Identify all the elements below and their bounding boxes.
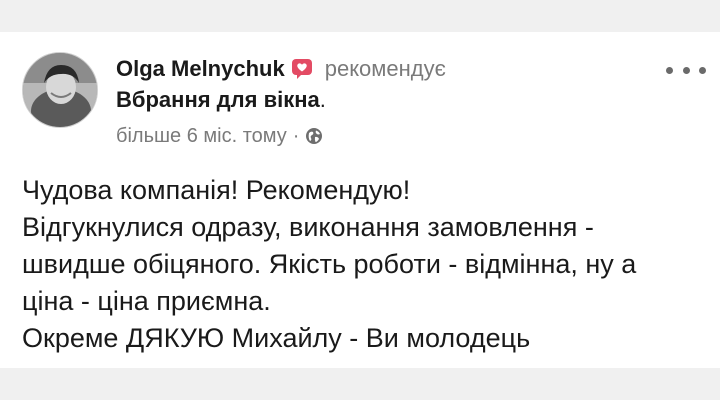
post-text-line: Окреме ДЯКУЮ Михайлу - Ви молодець (22, 323, 531, 353)
recommendation-action-text: рекомендує (324, 56, 446, 81)
post-body-text: Чудова компанія! Рекомендую! Відгукнулис… (22, 172, 702, 357)
recommendation-post-card: Olga Melnychuk рекомендує Вбрання для ві… (0, 32, 720, 368)
title-period: . (319, 87, 326, 112)
avatar-photo (23, 53, 97, 127)
post-text-line: ціна - ціна приємна. (22, 286, 271, 316)
recommended-page-line: Вбрання для вікна . (116, 84, 676, 116)
post-timestamp[interactable]: більше 6 міс. тому (116, 125, 287, 148)
more-dot (666, 66, 673, 74)
more-options-icon[interactable] (666, 60, 706, 80)
recommend-heart-icon (291, 58, 313, 80)
post-header: Olga Melnychuk рекомендує Вбрання для ві… (116, 54, 676, 150)
post-text-line: Чудова компанія! Рекомендую! (22, 175, 411, 205)
recommended-page-link[interactable]: Вбрання для вікна (116, 87, 320, 113)
globe-icon[interactable] (305, 127, 323, 145)
post-header-line: Olga Melnychuk рекомендує (116, 54, 676, 84)
author-name-link[interactable]: Olga Melnychuk (116, 56, 285, 82)
post-text-line: швидше обіцяного. Якість роботи - відмін… (22, 249, 637, 279)
post-text-line: Відгукнулися одразу, виконання замовленн… (22, 212, 594, 242)
post-meta: більше 6 міс. тому · (116, 122, 676, 150)
meta-separator: · (292, 124, 300, 147)
author-avatar[interactable] (22, 52, 98, 128)
more-dot (682, 66, 690, 74)
more-dot (699, 66, 706, 74)
